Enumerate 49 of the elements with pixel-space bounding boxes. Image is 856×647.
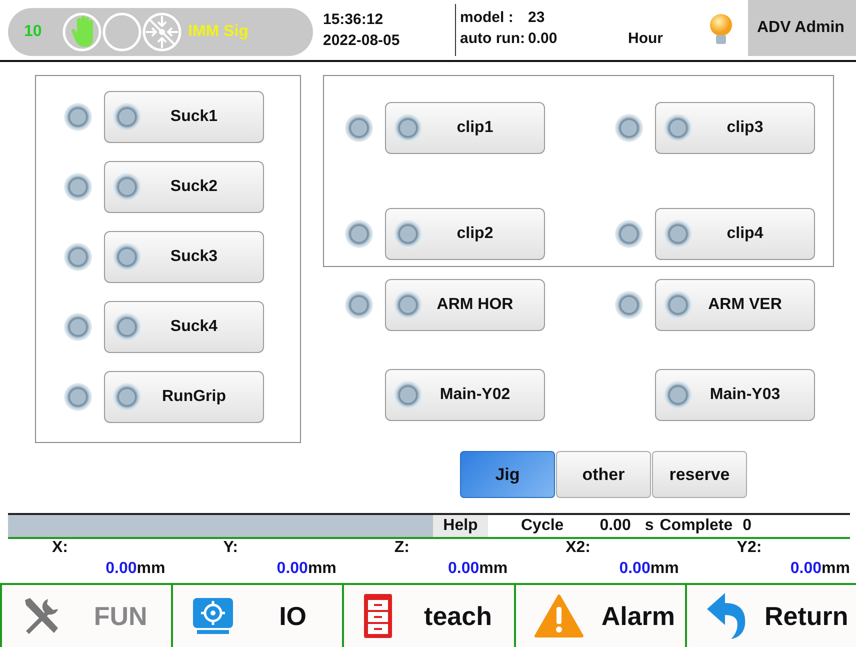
axis-value: 0.00mm [448,559,508,579]
output-button[interactable]: clip1 [385,102,545,154]
cabinet-icon [362,592,394,640]
output-button[interactable]: clip2 [385,208,545,260]
target-screen-icon [191,596,236,636]
unit-text: Hour [628,30,664,49]
auto-run-value: 0.00 [528,30,558,49]
output-button[interactable]: RunGrip [104,371,264,423]
unit-text: s [644,517,654,535]
nav-button[interactable]: IO [171,585,342,647]
signal-label: IMM Sig [188,23,248,41]
tab[interactable]: Jig [460,451,555,498]
axis-value: 0.00mm [790,559,850,579]
auto-run-label: auto run: [460,30,526,49]
axis-label: Y2: [736,539,763,557]
output-button[interactable]: Suck4 [104,301,264,353]
axis-label: X2: [564,539,592,557]
cycle-label: Cycle [521,517,564,535]
axis-value: 0.00mm [106,559,166,579]
warning-icon [534,594,584,638]
axis-label: Z: [393,539,410,557]
time-text: 15:36:12 [323,10,384,30]
axis-label: Y: [222,539,239,557]
model-label: model : [460,9,514,28]
complete-value: 0 [742,517,752,535]
output-button[interactable]: Suck2 [104,161,264,213]
user-label[interactable]: ADV Admin [748,0,856,56]
output-button[interactable]: clip3 [655,102,815,154]
nav-button[interactable]: teach [342,585,514,647]
nav-button[interactable]: Alarm [514,585,685,647]
output-button[interactable]: clip4 [655,208,815,260]
output-button[interactable]: ARM HOR [385,279,545,331]
output-button[interactable]: Suck1 [104,91,264,143]
axis-label: X: [51,539,69,557]
output-button[interactable]: ARM VER [655,279,815,331]
complete-label: Complete [660,517,733,535]
tab[interactable]: other [556,451,651,498]
nav-button[interactable]: Return [684,585,856,647]
output-button[interactable]: Suck3 [104,231,264,283]
cycle-value: 0.00 [600,517,631,535]
date-text: 2022-08-05 [323,31,401,51]
model-value: 23 [528,9,546,28]
tab[interactable]: reserve [652,451,747,498]
help-button[interactable]: Help [433,515,488,537]
output-button[interactable]: Main-Y03 [655,369,815,421]
axis-value: 0.00mm [276,559,336,579]
axis-value: 0.00mm [619,559,679,579]
output-button[interactable]: Main-Y02 [385,369,545,421]
counter-text: 10 [24,23,43,41]
